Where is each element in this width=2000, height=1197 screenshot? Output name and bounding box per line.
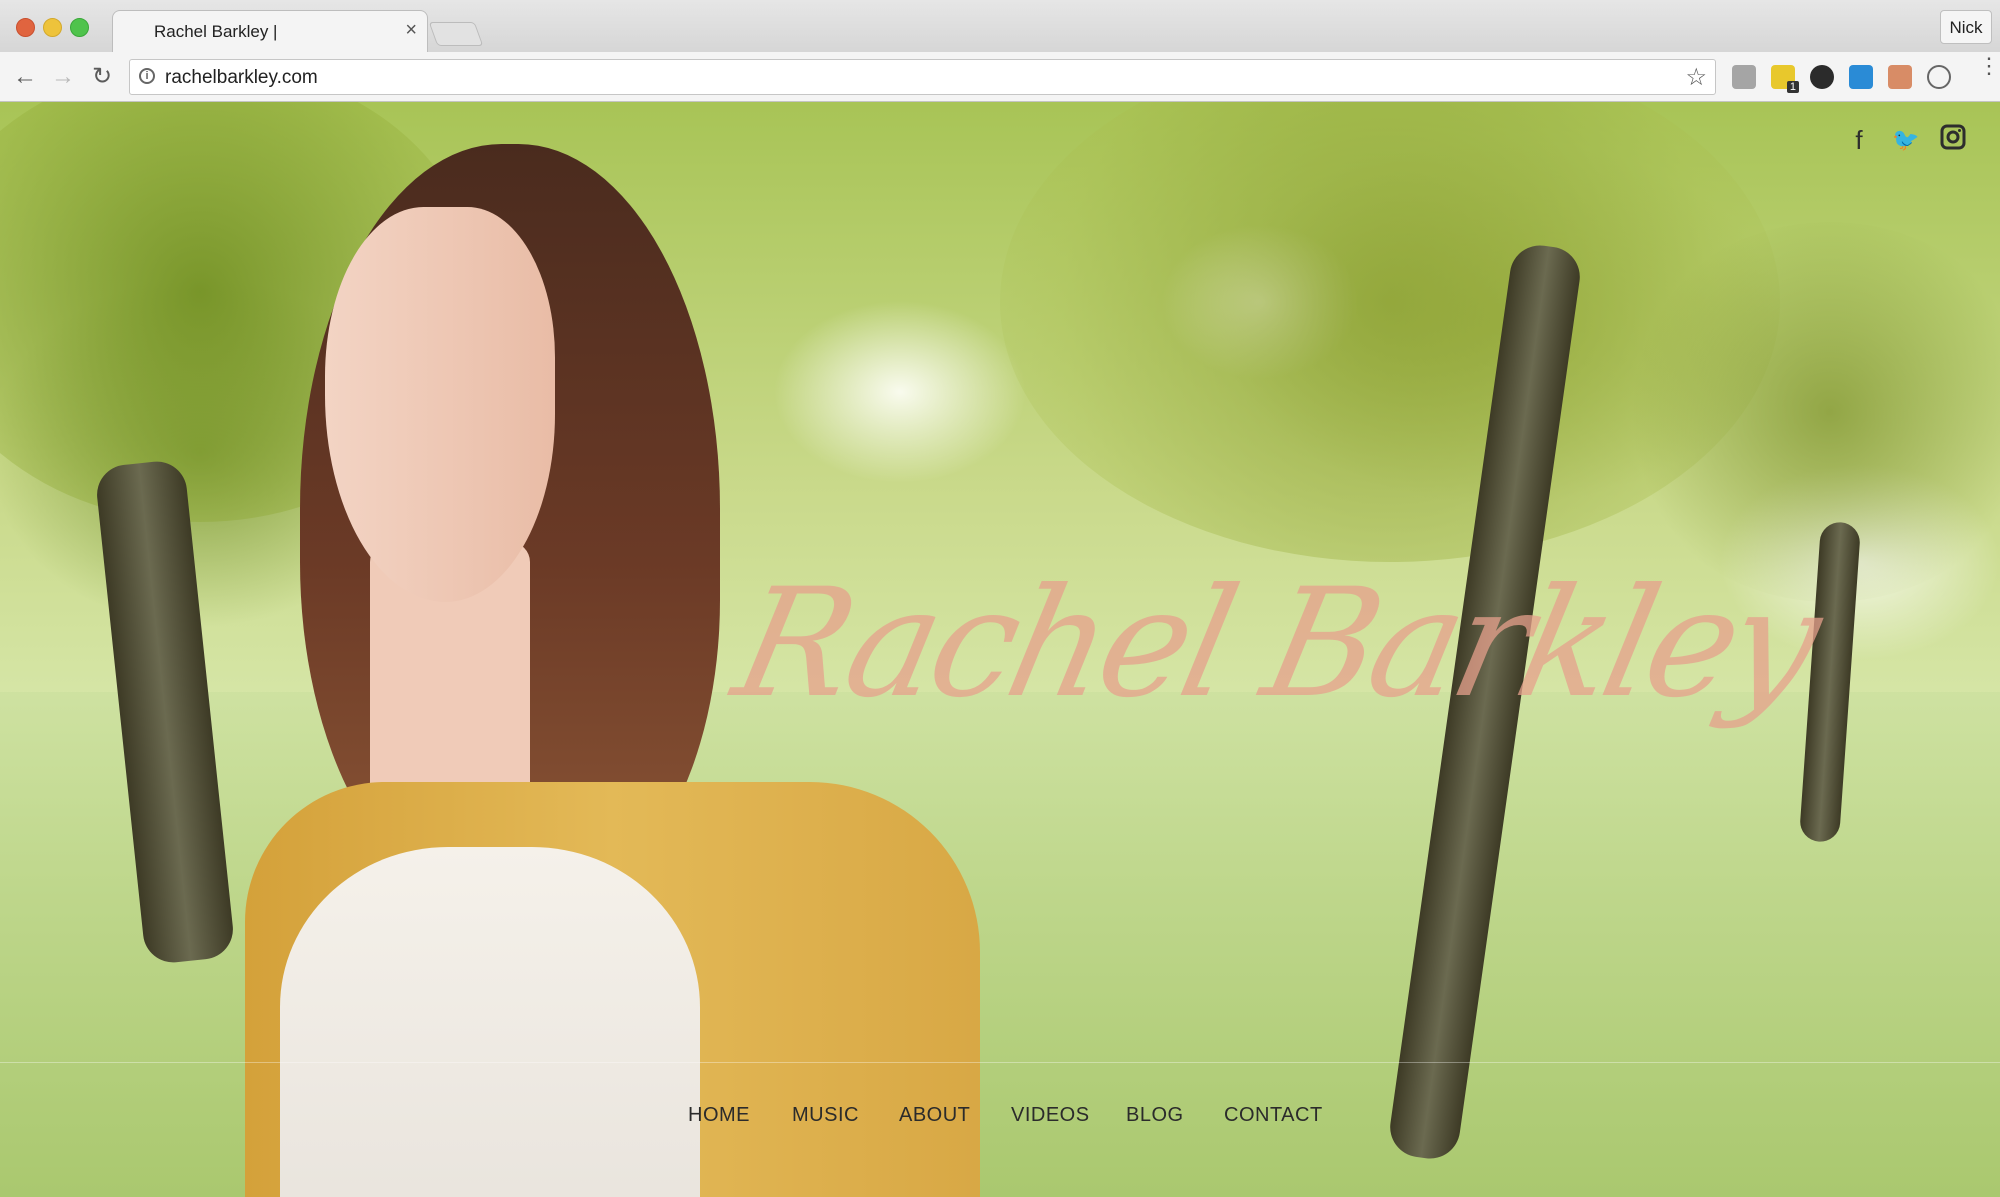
extension-yellow-icon[interactable]: 1 [1771, 65, 1799, 93]
main-nav: HOME MUSIC ABOUT VIDEOS BLOG CONTACT [0, 1104, 2000, 1134]
site-logo[interactable]: Rachel Barkley [722, 557, 1830, 731]
window-close-button[interactable] [16, 18, 35, 37]
tab-close-icon[interactable]: × [405, 20, 417, 40]
instagram-icon[interactable] [1937, 124, 1969, 156]
browser-tab[interactable]: Rachel Barkley | × [112, 10, 428, 52]
window-minimize-button[interactable] [43, 18, 62, 37]
nav-videos[interactable]: VIDEOS [1011, 1104, 1090, 1127]
twitter-icon[interactable]: 🐦 [1890, 124, 1922, 156]
profile-button[interactable]: Nick [1940, 10, 1992, 44]
reload-icon[interactable]: ↻ [87, 62, 117, 92]
extension-gray-icon[interactable] [1732, 65, 1756, 89]
browser-toolbar: ← → ↻ i rachelbarkley.com ☆ 1 ⋮ [0, 52, 2000, 102]
url-text[interactable]: rachelbarkley.com [165, 67, 318, 89]
forward-icon[interactable]: → [48, 62, 78, 92]
tab-title: Rachel Barkley | [154, 22, 278, 41]
info-icon[interactable]: i [139, 68, 155, 84]
portrait-top [280, 847, 700, 1197]
extension-sync-icon[interactable] [1927, 65, 1951, 89]
nav-about[interactable]: ABOUT [899, 1104, 970, 1127]
back-icon[interactable]: ← [10, 62, 40, 92]
window-maximize-button[interactable] [70, 18, 89, 37]
facebook-icon[interactable]: f [1843, 124, 1875, 156]
bookmark-star-icon[interactable]: ☆ [1685, 63, 1707, 92]
nav-music[interactable]: MUSIC [792, 1104, 859, 1127]
extension-pocket-icon[interactable] [1888, 65, 1912, 89]
nav-home[interactable]: HOME [688, 1104, 750, 1127]
nav-divider [0, 1062, 2000, 1063]
tab-strip: Rachel Barkley | × Nick [0, 0, 2000, 52]
new-tab-button[interactable] [428, 22, 484, 46]
extension-blue-icon[interactable] [1849, 65, 1873, 89]
extension-camera-icon[interactable] [1810, 65, 1834, 89]
nav-contact[interactable]: CONTACT [1224, 1104, 1323, 1127]
page-hero: Rachel Barkley f 🐦 HOME MUSIC ABOUT VIDE… [0, 102, 2000, 1197]
nav-blog[interactable]: BLOG [1126, 1104, 1184, 1127]
browser-menu-icon[interactable]: ⋮ [1978, 55, 2000, 77]
address-bar[interactable]: i rachelbarkley.com ☆ [129, 59, 1716, 95]
extension-badge: 1 [1786, 81, 1799, 93]
